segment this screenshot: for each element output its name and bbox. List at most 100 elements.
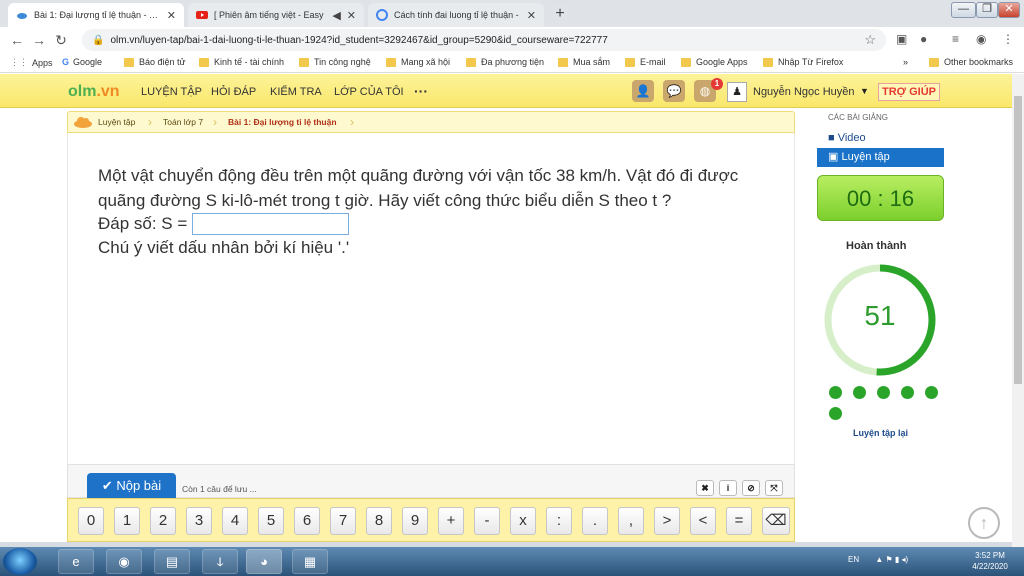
tab-title: Bài 1: Đại lượng tỉ lệ thuận - Học — [34, 10, 161, 20]
cloud-icon — [17, 13, 27, 19]
key-equals[interactable]: = — [726, 507, 752, 535]
menu-more[interactable]: ··· — [414, 83, 428, 99]
ie-icon[interactable]: e — [58, 549, 94, 574]
key-3[interactable]: 3 — [186, 507, 212, 535]
speaker-icon[interactable]: ◀ — [332, 9, 340, 22]
chrome-icon[interactable]: ◕ — [246, 549, 282, 574]
browser-tab-lesson[interactable]: Bài 1: Đại lượng tỉ lệ thuận - Học ✕ — [8, 3, 184, 27]
bookmark-folder[interactable]: Đa phương tiện — [466, 57, 544, 67]
breadcrumb-grade[interactable]: Toán lớp 7 — [163, 117, 203, 127]
bookmark-folder[interactable]: Báo điện tử — [124, 57, 186, 67]
answer-label: Đáp số: S = — [98, 214, 188, 233]
key-comma[interactable]: , — [618, 507, 644, 535]
key-9[interactable]: 9 — [402, 507, 428, 535]
chat-icon[interactable]: 💬 — [663, 80, 685, 102]
scrollbar-thumb[interactable] — [1014, 96, 1022, 384]
bookmark-google[interactable]: G Google — [62, 57, 102, 67]
reading-list-icon[interactable]: ≡ — [952, 32, 959, 46]
menu-test[interactable]: KIỂM TRA — [270, 86, 322, 98]
key-5[interactable]: 5 — [258, 507, 284, 535]
retry-link[interactable]: Luyện tập lại — [853, 428, 908, 438]
back-icon[interactable]: ← — [6, 32, 28, 48]
key-6[interactable]: 6 — [294, 507, 320, 535]
menu-icon[interactable]: ⋮ — [1002, 32, 1014, 46]
key-minus[interactable]: - — [474, 507, 500, 535]
profile-icon[interactable]: ◉ — [976, 32, 986, 46]
new-tab-button[interactable]: + — [550, 4, 570, 24]
breadcrumb-practice[interactable]: Luyện tập — [98, 117, 135, 127]
forward-icon[interactable]: → — [28, 32, 50, 48]
menu-my-class[interactable]: LỚP CỦA TÔI — [334, 86, 404, 98]
close-icon[interactable]: ✕ — [167, 9, 176, 22]
language-indicator[interactable]: EN — [848, 555, 859, 564]
bookmark-folder[interactable]: E-mail — [625, 57, 666, 67]
backspace-icon[interactable]: ⌫ — [762, 507, 790, 535]
help-button[interactable]: TRỢ GIÚP — [878, 83, 940, 101]
bookmarks-overflow[interactable]: » — [903, 57, 908, 67]
site-logo[interactable]: olm.vn — [68, 83, 120, 101]
tray-icons[interactable]: ▲ ⚑ ▮ ◂) — [875, 555, 908, 564]
reload-icon[interactable]: ↻ — [50, 32, 72, 49]
maximize-button[interactable]: ❐ — [976, 2, 998, 18]
key-times[interactable]: x — [510, 507, 536, 535]
browser-tab-google[interactable]: Cách tính đai luong tỉ lệ thuận - ✕ — [368, 3, 544, 27]
bookmark-folder[interactable]: Mua sắm — [558, 57, 610, 67]
clock[interactable]: 3:52 PM 4/22/2020 — [962, 550, 1018, 572]
delete-icon[interactable]: ✖ — [696, 480, 714, 496]
bookmark-folder[interactable]: Nhập Từ Firefox — [763, 57, 843, 67]
sidebar-item-practice[interactable]: ▣ Luyện tập — [817, 148, 944, 167]
add-friend-icon[interactable]: 👤 — [632, 80, 654, 102]
key-dot[interactable]: . — [582, 507, 608, 535]
bookmarks-bar: ⋮⋮ Apps G Google Báo điện tử Kinh tế - tài… — [0, 53, 1024, 73]
app-icon[interactable]: ↆ — [202, 549, 238, 574]
bookmark-folder[interactable]: Google Apps — [681, 57, 748, 67]
key-less[interactable]: < — [690, 507, 716, 535]
info-icon[interactable]: i — [719, 480, 737, 496]
progress-dot — [829, 386, 842, 399]
fullscreen-icon[interactable]: ⤧ — [765, 480, 783, 496]
key-2[interactable]: 2 — [150, 507, 176, 535]
answer-input[interactable] — [192, 213, 350, 235]
minimize-button[interactable]: — — [951, 2, 976, 18]
extension-icon[interactable]: ▣ — [896, 32, 907, 46]
username[interactable]: Nguyễn Ngọc Huyền — [753, 86, 855, 98]
extension-icon[interactable]: ● — [920, 32, 927, 46]
progress-dot — [925, 386, 938, 399]
bookmark-apps[interactable]: ⋮⋮ Apps — [10, 57, 53, 68]
bookmark-folder[interactable]: Tin công nghệ — [299, 57, 371, 67]
app-icon[interactable]: ▦ — [292, 549, 328, 574]
menu-practice[interactable]: LUYỆN TẬP — [141, 86, 202, 98]
key-greater[interactable]: > — [654, 507, 680, 535]
avatar[interactable]: ♟ — [727, 82, 747, 102]
media-player-icon[interactable]: ◉ — [106, 549, 142, 574]
key-0[interactable]: 0 — [78, 507, 104, 535]
other-bookmarks[interactable]: Other bookmarks — [929, 57, 1013, 67]
bookmark-folder[interactable]: Mang xã hội — [386, 57, 450, 67]
browser-tab-youtube[interactable]: [ Phiên âm tiếng việt - Easy ◀ ✕ — [188, 3, 364, 27]
key-1[interactable]: 1 — [114, 507, 140, 535]
close-icon[interactable]: ✕ — [347, 9, 356, 22]
progress-dot — [901, 386, 914, 399]
bookmark-folder[interactable]: Kinh tế - tài chính — [199, 57, 284, 67]
key-divide[interactable]: : — [546, 507, 572, 535]
window-close-button[interactable]: ✕ — [998, 2, 1020, 18]
browser-toolbar: ← → ↻ 🔒 olm.vn/luyen-tap/bai-1-dai-luong… — [0, 27, 1024, 53]
sidebar-item-video[interactable]: ■ Video — [828, 132, 866, 144]
start-button[interactable] — [3, 548, 37, 575]
folder-icon — [199, 57, 209, 67]
close-icon[interactable]: ✕ — [527, 9, 536, 22]
file-explorer-icon[interactable]: ▤ — [154, 549, 190, 574]
key-7[interactable]: 7 — [330, 507, 356, 535]
key-8[interactable]: 8 — [366, 507, 392, 535]
browser-tab-bar: Bài 1: Đại lượng tỉ lệ thuận - Học ✕ [ P… — [0, 0, 1024, 27]
star-icon[interactable]: ☆ — [864, 32, 876, 48]
submit-button[interactable]: ✔ Nộp bài — [87, 473, 176, 499]
apps-grid-icon: ⋮⋮ — [10, 57, 28, 67]
chevron-down-icon[interactable]: ▼ — [860, 86, 869, 96]
key-plus[interactable]: + — [438, 507, 464, 535]
scroll-top-button[interactable]: ↑ — [968, 507, 1000, 539]
menu-qa[interactable]: HỎI ĐÁP — [211, 86, 256, 98]
address-bar[interactable]: 🔒 olm.vn/luyen-tap/bai-1-dai-luong-ti-le… — [82, 29, 886, 51]
block-icon[interactable]: ⊘ — [742, 480, 760, 496]
key-4[interactable]: 4 — [222, 507, 248, 535]
